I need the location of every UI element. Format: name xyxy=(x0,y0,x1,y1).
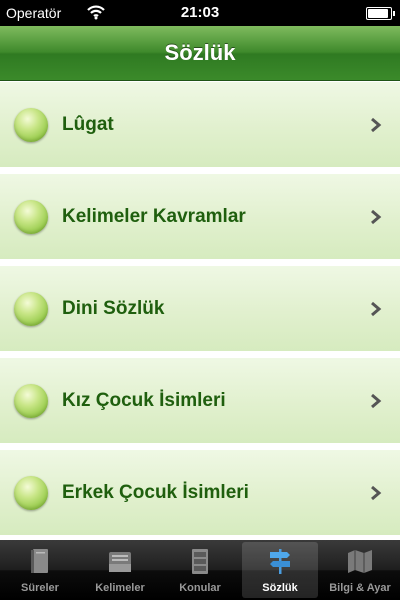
list-item-label: Dini Sözlük xyxy=(62,298,165,319)
tab-sureler[interactable]: Süreler xyxy=(2,542,78,598)
chevron-right-icon xyxy=(371,301,382,317)
list-item-dini-sozluk[interactable]: Dini Sözlük xyxy=(0,265,400,351)
status-bar: Operatör 21:03 xyxy=(0,0,400,26)
map-icon xyxy=(348,550,372,573)
chevron-right-icon xyxy=(371,485,382,501)
list-item-kiz-cocuk-isimleri[interactable]: Kız Çocuk İsimleri xyxy=(0,357,400,443)
chevron-right-icon xyxy=(371,117,382,133)
list-item-kelimeler-kavramlar[interactable]: Kelimeler Kavramlar xyxy=(0,173,400,259)
list-item-lugat[interactable]: Lûgat xyxy=(0,81,400,167)
list-item-erkek-cocuk-isimleri[interactable]: Erkek Çocuk İsimleri xyxy=(0,449,400,535)
green-bullet-icon xyxy=(14,384,48,418)
tab-label: Süreler xyxy=(21,582,59,594)
battery-icon xyxy=(366,7,395,20)
tab-sozluk[interactable]: Sözlük xyxy=(242,542,318,598)
tab-bar: Süreler Kelimeler Konular Sözlük Bilgi &… xyxy=(0,540,400,600)
tab-label: Bilgi & Ayar xyxy=(329,582,391,594)
list-item-label: Kelimeler Kavramlar xyxy=(62,206,246,227)
chevron-right-icon xyxy=(371,209,382,225)
list-item-label: Lûgat xyxy=(62,114,114,135)
signpost-icon xyxy=(270,549,290,574)
tab-label: Sözlük xyxy=(262,582,298,594)
file-cabinet-icon xyxy=(192,549,208,574)
list-item-label: Erkek Çocuk İsimleri xyxy=(62,482,249,503)
chevron-right-icon xyxy=(371,393,382,409)
green-bullet-icon xyxy=(14,292,48,326)
list-item-label: Kız Çocuk İsimleri xyxy=(62,390,226,411)
book-icon xyxy=(31,549,48,573)
green-bullet-icon xyxy=(14,108,48,142)
dictionary-list: Lûgat Kelimeler Kavramlar Dini Sözlük Kı… xyxy=(0,81,400,540)
tab-label: Konular xyxy=(179,582,221,594)
status-time: 21:03 xyxy=(180,4,220,21)
tab-kelimeler[interactable]: Kelimeler xyxy=(82,542,158,598)
inbox-tray-icon xyxy=(109,552,131,572)
green-bullet-icon xyxy=(14,200,48,234)
tab-label: Kelimeler xyxy=(95,582,145,594)
navigation-bar: Sözlük xyxy=(0,26,400,81)
tab-bilgi-ayar[interactable]: Bilgi & Ayar xyxy=(322,542,398,598)
page-title: Sözlük xyxy=(164,40,236,65)
green-bullet-icon xyxy=(14,476,48,510)
tab-konular[interactable]: Konular xyxy=(162,542,238,598)
